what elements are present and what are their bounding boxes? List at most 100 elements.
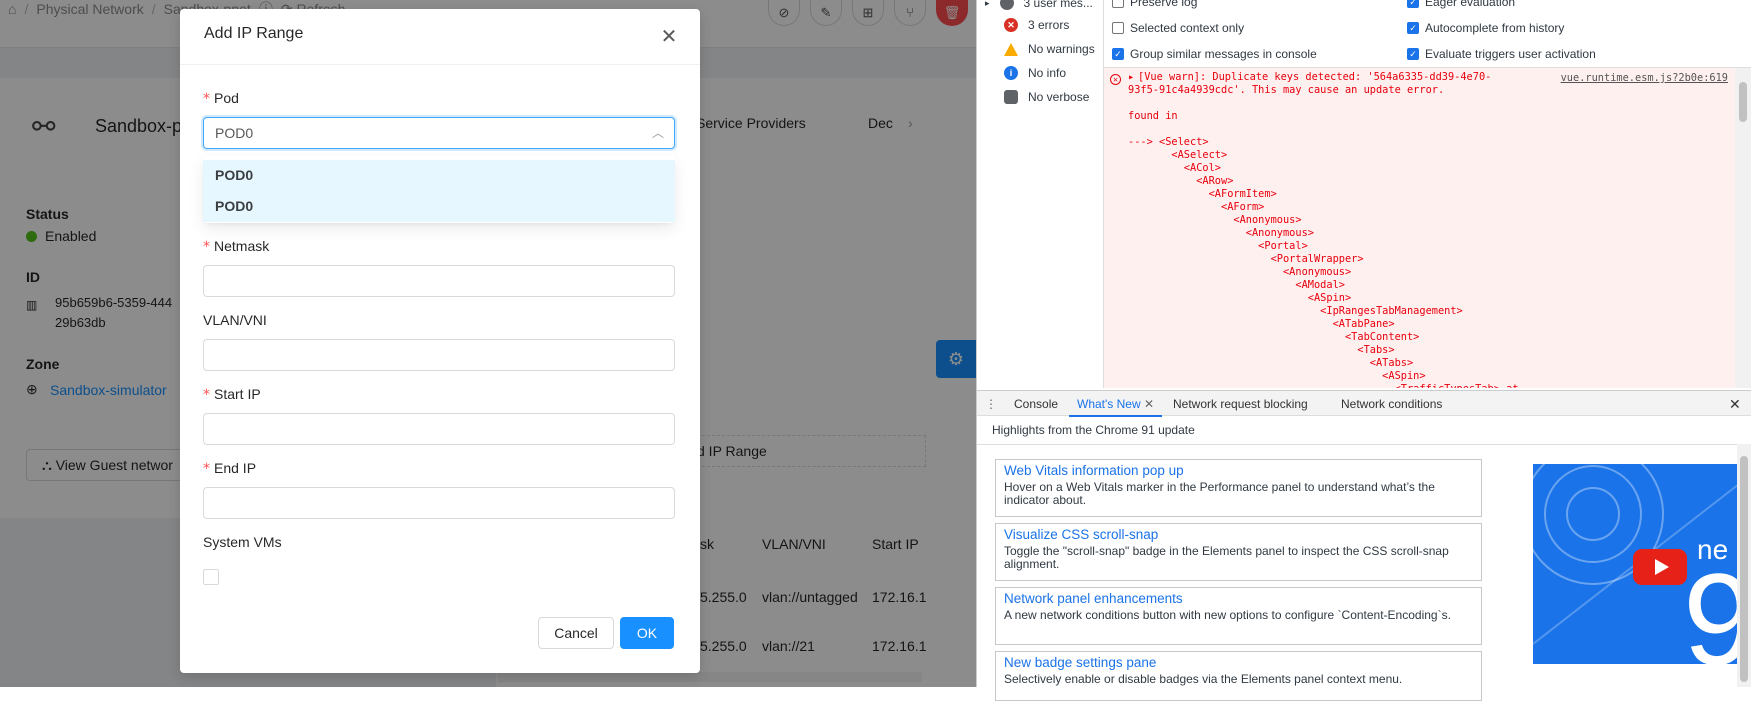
sidebar-label: 3 errors [1028, 18, 1070, 32]
console-trace-line: <ASpin> [1128, 292, 1352, 304]
console-trace-line: <ATabs> [1128, 357, 1414, 369]
play-icon [1654, 559, 1669, 575]
console-scrollbar[interactable] [1735, 68, 1751, 388]
scrollbar-thumb[interactable] [1740, 456, 1748, 682]
checkbox-checked[interactable]: ✓ [1407, 22, 1419, 34]
start-ip-label-text: Start IP [214, 386, 261, 402]
option-label: Autocomplete from history [1425, 21, 1565, 35]
tab-network-conditions[interactable]: Network conditions [1341, 391, 1442, 417]
netmask-input[interactable] [203, 265, 675, 297]
pod-select[interactable]: POD0 ︿ [203, 117, 675, 149]
pod-label-text: Pod [214, 90, 239, 106]
whats-new-item[interactable]: Network panel enhancements A new network… [995, 587, 1482, 645]
bug-icon [1004, 90, 1018, 104]
netmask-label-text: Netmask [214, 238, 270, 254]
whats-new-title[interactable]: New badge settings pane [1004, 655, 1473, 670]
scrollbar-thumb[interactable] [1739, 82, 1747, 122]
whats-new-item[interactable]: Visualize CSS scroll-snap Toggle the "sc… [995, 523, 1482, 581]
tab-console[interactable]: Console [1014, 391, 1058, 417]
close-icon[interactable]: ✕ [1144, 397, 1154, 411]
close-icon: ✕ [660, 25, 678, 48]
required-mark: * [203, 239, 210, 255]
whats-new-title[interactable]: Visualize CSS scroll-snap [1004, 527, 1473, 542]
start-ip-input[interactable] [203, 413, 675, 445]
group-similar-option[interactable]: ✓ Group similar messages in console [1112, 47, 1317, 61]
option-label: Preserve log [1130, 0, 1198, 9]
whats-new-item[interactable]: New badge settings pane Selectively enab… [995, 651, 1482, 701]
console-trace-line: <AForm> [1128, 201, 1265, 213]
whats-new-item[interactable]: Web Vitals information pop up Hover on a… [995, 459, 1482, 517]
tab-network-request-blocking[interactable]: Network request blocking [1173, 391, 1308, 417]
vlan-label: VLAN/VNI [203, 312, 267, 328]
selected-context-option[interactable]: Selected context only [1112, 21, 1244, 35]
console-trace-line: <Portal> [1128, 240, 1308, 252]
sidebar-item-warnings[interactable]: No warnings [985, 39, 1095, 59]
expand-arrow-icon[interactable]: ▸ [1128, 71, 1134, 83]
console-trace-line: <Anonymous> [1128, 214, 1302, 226]
vlan-input[interactable] [203, 339, 675, 371]
sidebar-item-verbose[interactable]: No verbose [985, 87, 1089, 107]
close-drawer-icon[interactable]: ✕ [1729, 391, 1741, 417]
tab-whats-new[interactable]: What's New ✕ [1069, 391, 1163, 417]
whats-new-desc: A new network conditions button with new… [1004, 608, 1451, 622]
evaluate-triggers-option[interactable]: ✓ Evaluate triggers user activation [1407, 47, 1596, 61]
option-label: Group similar messages in console [1130, 47, 1317, 61]
chevron-up-icon: ︿ [651, 126, 664, 140]
console-source-link[interactable]: vue.runtime.esm.js?2b0e:619 [1561, 72, 1728, 84]
console-found-in: found in [1128, 110, 1178, 122]
checkbox[interactable] [1112, 0, 1124, 8]
play-button[interactable] [1633, 549, 1687, 585]
sidebar-item-user-messages[interactable]: ▸ 3 user mes... [985, 0, 1093, 13]
whats-new-title[interactable]: Network panel enhancements [1004, 591, 1473, 606]
pod-option[interactable]: POD0 [203, 160, 675, 191]
console-trace-line: <Anonymous> [1128, 266, 1352, 278]
sidebar-item-errors[interactable]: ✕ 3 errors [985, 15, 1069, 35]
required-mark: * [203, 91, 210, 107]
end-ip-label-text: End IP [214, 460, 257, 476]
drawer-tabs: ⋮ Console What's New ✕ Network request b… [977, 390, 1751, 417]
arrow-icon: ▸ [985, 0, 990, 8]
option-label: Selected context only [1130, 21, 1245, 35]
console-trace-line: <ASpin> [1128, 370, 1426, 382]
checkbox[interactable] [1112, 22, 1124, 34]
sidebar-item-info[interactable]: i No info [985, 63, 1066, 83]
autocomplete-option[interactable]: ✓ Autocomplete from history [1407, 21, 1564, 35]
required-mark: * [203, 387, 210, 403]
eager-evaluation-option[interactable]: ✓ Eager evaluation [1407, 0, 1515, 9]
highlights-heading: Highlights from the Chrome 91 update [992, 423, 1195, 437]
whats-new-desc: Toggle the "scroll-snap" badge in the El… [1004, 544, 1449, 571]
sidebar-label: No verbose [1028, 90, 1090, 104]
tab-label: What's New [1077, 397, 1141, 411]
sidebar-label: No info [1028, 66, 1067, 80]
checkbox-checked[interactable]: ✓ [1407, 48, 1419, 60]
modal-header: Add IP Range ✕ [180, 9, 700, 65]
whats-new-video-thumbnail[interactable]: ne 9 [1533, 464, 1739, 664]
end-ip-label: * End IP [203, 460, 256, 477]
checkbox-checked[interactable]: ✓ [1407, 0, 1419, 8]
drawer-menu-icon[interactable]: ⋮ [985, 391, 997, 417]
cancel-button[interactable]: Cancel [538, 617, 614, 649]
console-trace-line: <ATabPane> [1128, 318, 1395, 330]
console-sidebar: ▸ 3 user mes... ✕ 3 errors No warnings i No… [977, 0, 1104, 388]
preserve-log-option[interactable]: Preserve log [1112, 0, 1197, 9]
modal-title: Add IP Range [204, 25, 304, 42]
console-trace-line: <ARow> [1128, 175, 1234, 187]
devtools-panel: ▸ 3 user mes... ✕ 3 errors No warnings i No… [976, 0, 1751, 701]
whats-new-scrollbar[interactable] [1737, 444, 1751, 687]
console-trace-line: ---> <Select> [1128, 136, 1209, 148]
pod-dropdown: POD0 POD0 [203, 156, 675, 223]
end-ip-input[interactable] [203, 487, 675, 519]
ok-button[interactable]: OK [620, 617, 674, 649]
close-button[interactable]: ✕ [654, 21, 684, 51]
console-trace-line: <ASelect> [1128, 149, 1228, 161]
system-vms-label: System VMs [203, 534, 282, 550]
pod-select-value: POD0 [215, 125, 254, 141]
checkbox-checked[interactable]: ✓ [1112, 48, 1124, 60]
sidebar-label: No warnings [1028, 42, 1095, 56]
console-trace-line: <TabContent> [1128, 331, 1420, 343]
pod-option[interactable]: POD0 [203, 191, 675, 222]
console-trace-line: <Tabs> [1128, 344, 1395, 356]
info-icon: i [1004, 66, 1018, 80]
whats-new-title[interactable]: Web Vitals information pop up [1004, 463, 1473, 478]
system-vms-checkbox[interactable] [203, 569, 219, 585]
